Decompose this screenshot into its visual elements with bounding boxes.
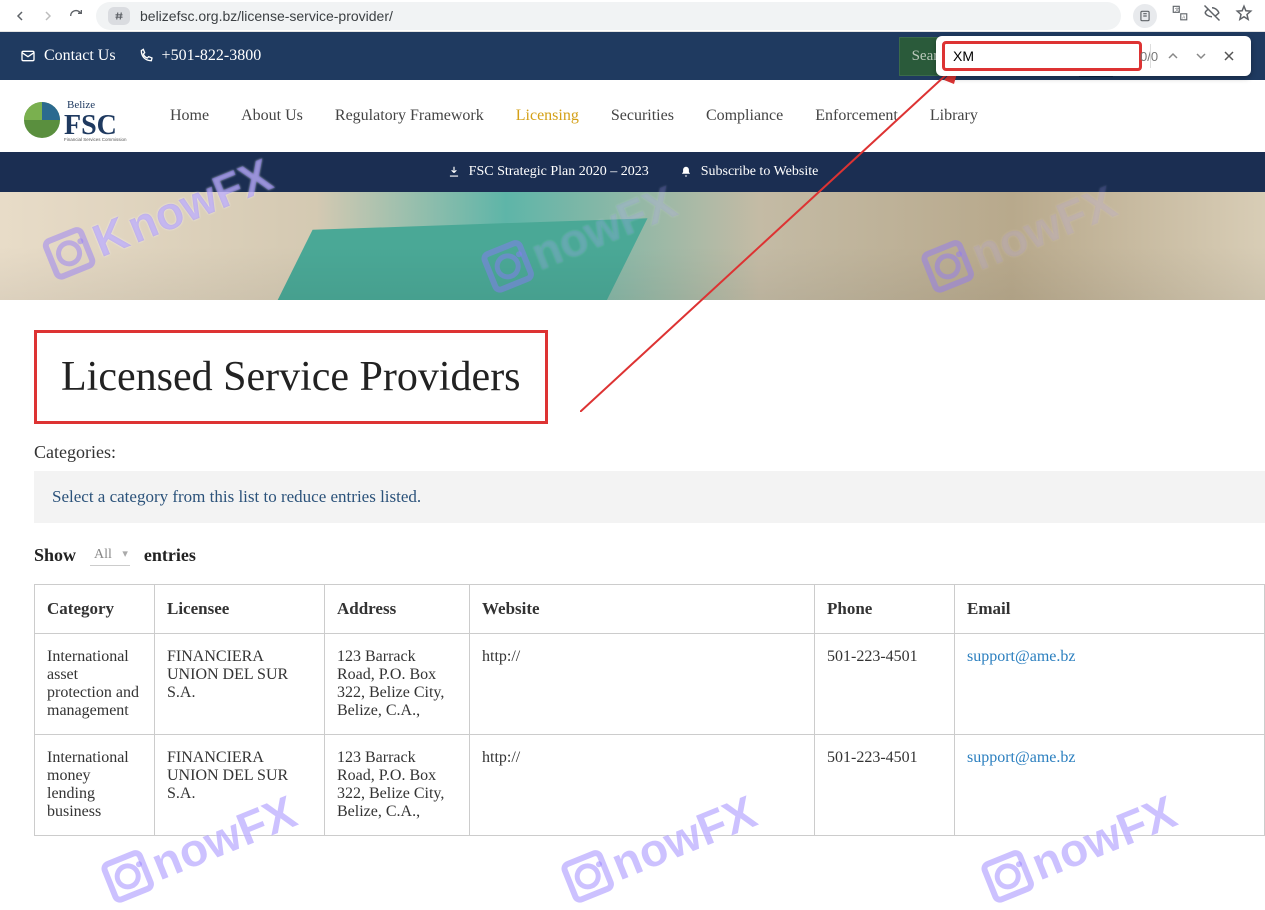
cell: 123 Barrack Road, P.O. Box 322, Belize C… xyxy=(325,634,470,735)
entries-control: Show All entries xyxy=(34,545,1265,566)
contact-us-link[interactable]: Contact Us xyxy=(20,47,116,65)
cell: 501-223-4501 xyxy=(815,735,955,836)
cell: http:// xyxy=(470,634,815,735)
entries-select[interactable]: All xyxy=(90,545,130,566)
find-in-page-bar: 0/0 xyxy=(936,36,1251,76)
phone-icon xyxy=(138,48,154,64)
forward-button[interactable] xyxy=(40,8,56,24)
cell: 501-223-4501 xyxy=(815,634,955,735)
find-input-highlight: 0/0 xyxy=(942,41,1142,71)
address-bar[interactable]: belizefsc.org.bz/license-service-provide… xyxy=(96,2,1121,30)
page-title-highlight: Licensed Service Providers xyxy=(34,330,548,424)
category-select-placeholder: Select a category from this list to redu… xyxy=(52,487,421,506)
table-row: International money lending businessFINA… xyxy=(35,735,1265,836)
nav-library[interactable]: Library xyxy=(930,107,978,125)
browser-toolbar: belizefsc.org.bz/license-service-provide… xyxy=(0,0,1265,32)
download-icon xyxy=(447,165,461,179)
site-logo[interactable]: Belize FSC Financial Services Commission xyxy=(20,90,130,142)
cell: http:// xyxy=(470,735,815,836)
nav-securities[interactable]: Securities xyxy=(611,107,674,125)
readmode-icon[interactable] xyxy=(1133,4,1157,28)
col-header-phone[interactable]: Phone xyxy=(815,585,955,634)
strategic-plan-label: FSC Strategic Plan 2020 – 2023 xyxy=(469,164,649,180)
find-input[interactable] xyxy=(953,48,1134,64)
incognito-icon[interactable] xyxy=(1203,4,1221,27)
site-info-icon[interactable] xyxy=(108,7,130,25)
col-header-address[interactable]: Address xyxy=(325,585,470,634)
envelope-icon xyxy=(20,48,36,64)
email-link[interactable]: support@ame.bz xyxy=(967,749,1075,766)
find-close-button[interactable] xyxy=(1215,48,1243,64)
cell: International asset protection and manag… xyxy=(35,634,155,735)
table-row: International asset protection and manag… xyxy=(35,634,1265,735)
cell: support@ame.bz xyxy=(955,735,1265,836)
entries-select-value: All xyxy=(94,547,112,562)
entries-label: entries xyxy=(144,545,196,566)
main-nav: Belize FSC Financial Services Commission… xyxy=(0,80,1265,152)
sub-nav-bar: FSC Strategic Plan 2020 – 2023 Subscribe… xyxy=(0,152,1265,192)
cell: FINANCIERA UNION DEL SUR S.A. xyxy=(155,634,325,735)
cell: International money lending business xyxy=(35,735,155,836)
category-select[interactable]: Select a category from this list to redu… xyxy=(34,471,1265,523)
page-title: Licensed Service Providers xyxy=(61,353,521,401)
url-text: belizefsc.org.bz/license-service-provide… xyxy=(140,8,393,24)
providers-table: CategoryLicenseeAddressWebsitePhoneEmail… xyxy=(34,584,1265,836)
nav-compliance[interactable]: Compliance xyxy=(706,107,783,125)
subscribe-label: Subscribe to Website xyxy=(701,164,819,180)
phone-number: +501-822-3800 xyxy=(162,47,262,65)
svg-text:A: A xyxy=(1182,14,1185,19)
nav-about-us[interactable]: About Us xyxy=(241,107,303,125)
reload-button[interactable] xyxy=(68,8,84,24)
cell: FINANCIERA UNION DEL SUR S.A. xyxy=(155,735,325,836)
subscribe-link[interactable]: Subscribe to Website xyxy=(679,164,819,180)
bell-icon xyxy=(679,165,693,179)
contact-us-label: Contact Us xyxy=(44,47,116,65)
email-link[interactable]: support@ame.bz xyxy=(967,648,1075,665)
phone-link[interactable]: +501-822-3800 xyxy=(138,47,262,65)
categories-label: Categories: xyxy=(34,442,1265,463)
svg-text:Financial Services Commission: Financial Services Commission xyxy=(64,137,127,142)
strategic-plan-link[interactable]: FSC Strategic Plan 2020 – 2023 xyxy=(447,164,649,180)
cell: support@ame.bz xyxy=(955,634,1265,735)
nav-enforcement[interactable]: Enforcement xyxy=(815,107,898,125)
find-prev-button[interactable] xyxy=(1159,48,1187,64)
find-next-button[interactable] xyxy=(1187,48,1215,64)
col-header-website[interactable]: Website xyxy=(470,585,815,634)
hero-banner xyxy=(0,192,1265,300)
divider xyxy=(1150,44,1151,68)
translate-icon[interactable]: 文A xyxy=(1171,4,1189,27)
svg-text:文: 文 xyxy=(1175,6,1180,13)
back-button[interactable] xyxy=(12,8,28,24)
nav-regulatory-framework[interactable]: Regulatory Framework xyxy=(335,107,484,125)
bookmark-icon[interactable] xyxy=(1235,4,1253,27)
col-header-category[interactable]: Category xyxy=(35,585,155,634)
cell: 123 Barrack Road, P.O. Box 322, Belize C… xyxy=(325,735,470,836)
page-content: Licensed Service Providers Categories: S… xyxy=(0,300,1265,876)
nav-home[interactable]: Home xyxy=(170,107,209,125)
nav-licensing[interactable]: Licensing xyxy=(516,107,579,125)
col-header-email[interactable]: Email xyxy=(955,585,1265,634)
col-header-licensee[interactable]: Licensee xyxy=(155,585,325,634)
show-label: Show xyxy=(34,545,76,566)
